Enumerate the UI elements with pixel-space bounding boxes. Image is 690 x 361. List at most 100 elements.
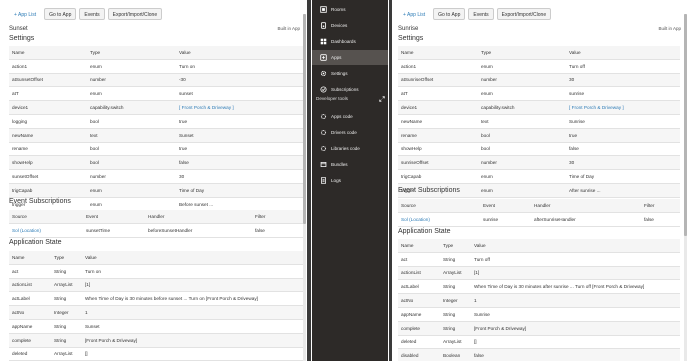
table-cell: device1 <box>398 100 478 115</box>
export-import-clone-button[interactable]: Export/Import/Clone <box>496 8 552 20</box>
table-cell: enum <box>478 183 566 198</box>
sidebar-item-libraries-code[interactable]: Libraries code <box>312 141 388 156</box>
column-header[interactable]: Name <box>9 46 87 60</box>
column-header[interactable]: Event <box>83 210 145 224</box>
table-cell: Sunset <box>176 128 303 143</box>
go-to-app-button[interactable]: Go to App <box>433 8 466 20</box>
settings-title: Settings <box>9 35 35 42</box>
table-cell: sunriseOffset <box>398 155 478 171</box>
sidebar-item-dashboards[interactable]: Dashboards <box>312 34 388 49</box>
column-header[interactable]: Event <box>480 199 531 213</box>
column-header[interactable]: Value <box>471 239 680 253</box>
table-row: atSunriseOffset number 30 <box>398 73 680 88</box>
table-row: act String Turn on <box>9 264 303 279</box>
add-app-list-button[interactable]: + App List <box>398 8 431 20</box>
drivers-code-icon <box>316 129 330 136</box>
column-header[interactable]: Type <box>87 46 176 60</box>
sidebar-item-bundles[interactable]: Bundles <box>312 157 388 172</box>
sidebar-item-settings[interactable]: Settings <box>312 66 388 81</box>
table-cell: enum <box>478 59 566 74</box>
application-state-title: Application State <box>398 228 451 235</box>
table-header-row: Name Type Value <box>398 46 680 60</box>
table-cell: appName <box>398 307 440 322</box>
sidebar-item-apps[interactable]: Apps <box>312 50 388 65</box>
column-header[interactable]: Name <box>398 46 478 60</box>
column-header[interactable]: Value <box>176 46 303 60</box>
bundles-icon <box>316 161 330 168</box>
table-cell[interactable]: [ Front Porch & Driveway ] <box>176 100 303 115</box>
add-app-list-button[interactable]: + App List <box>9 8 42 20</box>
event-table-body: Source Event Handler Filter Sol (Location) su… <box>9 210 303 238</box>
table-cell: trigCapab <box>9 183 87 198</box>
developer-tools-label: Developer tools <box>316 96 348 101</box>
table-cell[interactable]: Sol (Location) <box>9 223 83 238</box>
table-row: act String Turn off <box>398 252 680 267</box>
events-button[interactable]: Events <box>468 8 494 20</box>
table-cell: sunset <box>176 86 303 102</box>
column-header[interactable]: Name <box>9 251 51 265</box>
devices-icon <box>316 22 330 29</box>
column-header[interactable]: Type <box>440 239 471 253</box>
app-name: Sunset <box>9 26 28 32</box>
column-header[interactable]: Source <box>398 199 480 213</box>
table-cell: String <box>440 307 471 322</box>
left-scrollbar-thumb[interactable] <box>303 14 306 224</box>
panel-divider <box>307 0 311 361</box>
event-table-body: Source Event Handler Filter Sol (Location) su… <box>398 199 680 227</box>
table-cell: complete <box>9 333 51 348</box>
table-cell: false <box>566 142 680 157</box>
app-window: + App List Go to App Events Export/Impor… <box>0 0 690 361</box>
column-header[interactable]: Handler <box>145 210 252 224</box>
sidebar-item-drivers-code[interactable]: Drivers code <box>312 125 388 140</box>
table-cell: bool <box>87 155 176 171</box>
column-header[interactable]: Filter <box>252 210 303 224</box>
column-header[interactable]: Name <box>398 239 440 253</box>
table-cell: atSunsetOffset <box>9 73 87 88</box>
application-state-table: Name Type Value act String Turn on actionList A… <box>9 251 303 361</box>
apps-code-icon <box>316 113 330 120</box>
table-cell: ArrayList <box>440 335 471 350</box>
table-cell: enum <box>87 86 176 102</box>
event-subscriptions-title: Event Subscriptions <box>9 198 71 205</box>
events-button[interactable]: Events <box>79 8 105 20</box>
table-cell: appName <box>9 319 51 334</box>
sidebar-item-logs[interactable]: Logs <box>312 173 388 188</box>
table-row: actNo Integer 1 <box>9 305 303 320</box>
sidebar-item-subscriptions[interactable]: Subscriptions <box>312 82 388 97</box>
column-header[interactable]: Filter <box>641 199 680 213</box>
sidebar-item-devices[interactable]: Devices <box>312 18 388 33</box>
table-row: complete String [Front Porch & Driveway] <box>9 333 303 348</box>
table-cell: [Front Porch & Driveway] <box>82 333 303 348</box>
export-import-clone-button[interactable]: Export/Import/Clone <box>107 8 163 20</box>
rooms-icon <box>316 6 330 13</box>
column-header[interactable]: Handler <box>531 199 641 213</box>
table-cell: enum <box>87 183 176 198</box>
column-header[interactable]: Type <box>51 251 82 265</box>
go-to-app-button[interactable]: Go to App <box>44 8 77 20</box>
sidebar-item-apps-code[interactable]: Apps code <box>312 109 388 124</box>
expand-icon[interactable] <box>379 96 385 102</box>
table-row: sunriseOffset number 30 <box>398 155 680 171</box>
table-cell: Integer <box>440 293 471 308</box>
table-cell: true <box>176 114 303 129</box>
state-table-body: Name Type Value act String Turn on actionList A… <box>9 251 303 361</box>
table-cell: newName <box>398 114 478 129</box>
table-cell: rename <box>398 128 478 143</box>
table-cell: actLabel <box>9 291 51 307</box>
sidebar-item-label: Bundles <box>331 162 348 167</box>
column-header[interactable]: Value <box>566 46 680 60</box>
column-header[interactable]: Type <box>478 46 566 60</box>
table-cell: bool <box>478 128 566 143</box>
table-cell: showHelp <box>398 142 478 157</box>
right-app-panel: + App List Go to App Events Export/Impor… <box>392 0 687 361</box>
table-cell[interactable]: [ Front Porch & Driveway ] <box>566 100 680 115</box>
sidebar-item-rooms[interactable]: Rooms <box>312 2 388 17</box>
table-row: complete String [Front Porch & Driveway] <box>398 321 680 336</box>
right-scrollbar-thumb[interactable] <box>684 14 687 236</box>
table-cell[interactable]: Sol (Location) <box>398 212 480 227</box>
table-cell: sunrise <box>480 212 531 227</box>
column-header[interactable]: Value <box>82 251 303 265</box>
table-cell: [] <box>82 347 303 361</box>
table-row: rename bool true <box>398 128 680 143</box>
column-header[interactable]: Source <box>9 210 83 224</box>
